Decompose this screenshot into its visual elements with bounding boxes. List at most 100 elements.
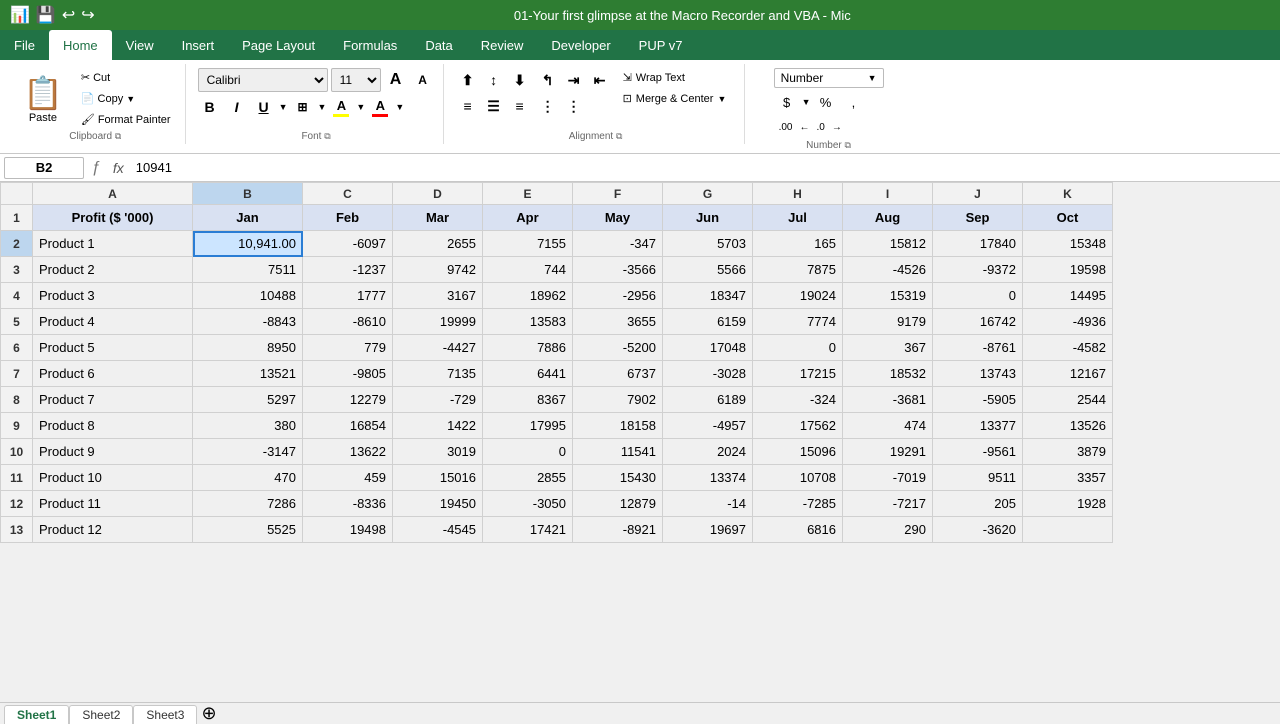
cell[interactable]: 19450 xyxy=(393,491,483,517)
cell[interactable]: -4957 xyxy=(663,413,753,439)
col-header-B[interactable]: B xyxy=(193,183,303,205)
cell[interactable]: -6097 xyxy=(303,231,393,257)
justify2-button[interactable]: ⋮ xyxy=(562,94,586,118)
cell[interactable]: Feb xyxy=(303,205,393,231)
cell[interactable]: 470 xyxy=(193,465,303,491)
cell[interactable]: 13377 xyxy=(933,413,1023,439)
cell[interactable]: -8843 xyxy=(193,309,303,335)
col-header-C[interactable]: C xyxy=(303,183,393,205)
cell[interactable]: Product 9 xyxy=(33,439,193,465)
cell[interactable]: 5525 xyxy=(193,517,303,543)
cell[interactable]: Jan xyxy=(193,205,303,231)
cell[interactable]: 10708 xyxy=(753,465,843,491)
cell[interactable]: 0 xyxy=(753,335,843,361)
cell[interactable]: 1777 xyxy=(303,283,393,309)
cell[interactable]: 12279 xyxy=(303,387,393,413)
cell[interactable]: -3566 xyxy=(573,257,663,283)
border-button[interactable]: ⊞ xyxy=(290,95,314,119)
cell[interactable]: 3879 xyxy=(1023,439,1113,465)
cell[interactable]: -2956 xyxy=(573,283,663,309)
undo-icon[interactable]: ↩ xyxy=(62,5,75,25)
col-header-J[interactable]: J xyxy=(933,183,1023,205)
menu-item-pup-v7[interactable]: PUP v7 xyxy=(625,30,697,60)
underline-dropdown-icon[interactable]: ▼ xyxy=(279,102,288,112)
cell[interactable]: -8610 xyxy=(303,309,393,335)
cell[interactable]: 13374 xyxy=(663,465,753,491)
cell[interactable]: 6737 xyxy=(573,361,663,387)
cell[interactable]: 17995 xyxy=(483,413,573,439)
cell[interactable]: 7286 xyxy=(193,491,303,517)
percent-button[interactable]: % xyxy=(812,91,838,113)
cell[interactable]: -7217 xyxy=(843,491,933,517)
cell[interactable]: Product 1 xyxy=(33,231,193,257)
menu-item-file[interactable]: File xyxy=(0,30,49,60)
row-header-13[interactable]: 13 xyxy=(1,517,33,543)
menu-item-insert[interactable]: Insert xyxy=(168,30,229,60)
cell[interactable]: Mar xyxy=(393,205,483,231)
format-painter-button[interactable]: 🖌 Format Painter xyxy=(75,110,177,129)
cell[interactable]: 17421 xyxy=(483,517,573,543)
sheet-tab-sheet2[interactable]: Sheet2 xyxy=(69,705,133,724)
cell[interactable]: 13526 xyxy=(1023,413,1113,439)
font-size-select[interactable]: 11 10 12 14 xyxy=(331,68,381,92)
cell[interactable]: 17562 xyxy=(753,413,843,439)
cell[interactable]: 3357 xyxy=(1023,465,1113,491)
cell[interactable]: 7135 xyxy=(393,361,483,387)
cell[interactable]: 3655 xyxy=(573,309,663,335)
cell[interactable]: -3681 xyxy=(843,387,933,413)
cell[interactable]: 14495 xyxy=(1023,283,1113,309)
cell[interactable]: Product 10 xyxy=(33,465,193,491)
cell[interactable]: 15016 xyxy=(393,465,483,491)
cell[interactable]: 13622 xyxy=(303,439,393,465)
cell[interactable]: 12167 xyxy=(1023,361,1113,387)
cell[interactable]: 3019 xyxy=(393,439,483,465)
row-header-8[interactable]: 8 xyxy=(1,387,33,413)
decrease-decimal-button[interactable]: .0 xyxy=(811,116,829,138)
justify-button[interactable]: ⋮ xyxy=(536,94,560,118)
cell[interactable]: 165 xyxy=(753,231,843,257)
cell[interactable]: 7886 xyxy=(483,335,573,361)
row-header-4[interactable]: 4 xyxy=(1,283,33,309)
align-middle-button[interactable]: ↕ xyxy=(482,68,506,92)
cell[interactable]: 7511 xyxy=(193,257,303,283)
cell[interactable]: 16742 xyxy=(933,309,1023,335)
menu-item-home[interactable]: Home xyxy=(49,30,112,60)
cell[interactable]: -9561 xyxy=(933,439,1023,465)
cell[interactable]: 18347 xyxy=(663,283,753,309)
cell[interactable]: -4545 xyxy=(393,517,483,543)
cell[interactable]: -4936 xyxy=(1023,309,1113,335)
cell[interactable]: -324 xyxy=(753,387,843,413)
cell[interactable]: 15319 xyxy=(843,283,933,309)
cell[interactable]: 9511 xyxy=(933,465,1023,491)
menu-item-page-layout[interactable]: Page Layout xyxy=(228,30,329,60)
row-header-1[interactable]: 1 xyxy=(1,205,33,231)
formula-input[interactable] xyxy=(132,157,1276,179)
row-header-9[interactable]: 9 xyxy=(1,413,33,439)
grid-scroll[interactable]: ABCDEFGHIJK1Profit ($ '000)JanFebMarAprM… xyxy=(0,182,1280,702)
cell[interactable]: Apr xyxy=(483,205,573,231)
cell[interactable]: 367 xyxy=(843,335,933,361)
paste-button[interactable]: 📋 Paste xyxy=(14,69,72,129)
dollar-button[interactable]: $ xyxy=(774,91,800,113)
align-top-button[interactable]: ⬆ xyxy=(456,68,480,92)
cell[interactable]: -7019 xyxy=(843,465,933,491)
cell[interactable]: 5703 xyxy=(663,231,753,257)
cell[interactable]: 15430 xyxy=(573,465,663,491)
cut-button[interactable]: ✂ Cut xyxy=(75,68,177,87)
cell[interactable]: 6159 xyxy=(663,309,753,335)
cell[interactable]: -3050 xyxy=(483,491,573,517)
cell[interactable]: 2855 xyxy=(483,465,573,491)
col-header-H[interactable]: H xyxy=(753,183,843,205)
cell[interactable]: 6189 xyxy=(663,387,753,413)
cell[interactable]: 19999 xyxy=(393,309,483,335)
cell[interactable]: Sep xyxy=(933,205,1023,231)
row-header-5[interactable]: 5 xyxy=(1,309,33,335)
sheet-tab-sheet1[interactable]: Sheet1 xyxy=(4,705,69,724)
cell[interactable]: 18158 xyxy=(573,413,663,439)
cell[interactable]: -1237 xyxy=(303,257,393,283)
cell[interactable]: 16854 xyxy=(303,413,393,439)
bold-button[interactable]: B xyxy=(198,95,222,119)
italic-button[interactable]: I xyxy=(225,95,249,119)
cell[interactable]: 2655 xyxy=(393,231,483,257)
cell[interactable]: 13521 xyxy=(193,361,303,387)
